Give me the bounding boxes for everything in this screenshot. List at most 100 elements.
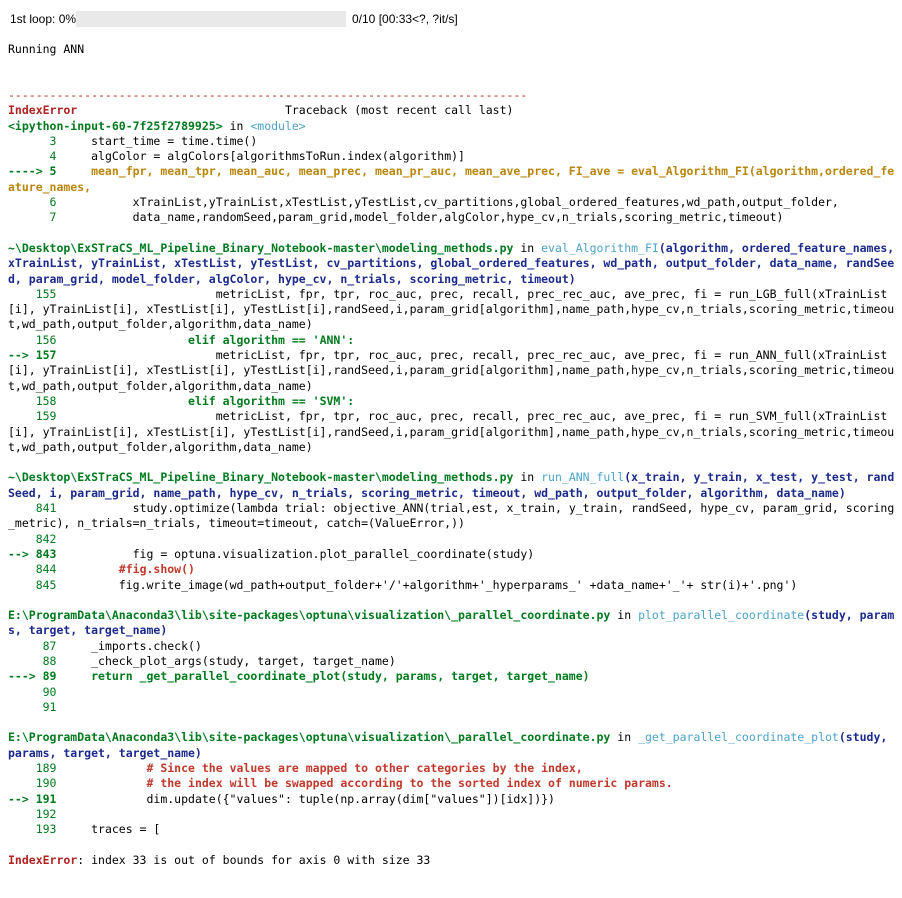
progress-bar-row: 1st loop: 0% 0/10 [00:33<?, ?it/s] <box>10 10 458 28</box>
frame-5-header: E:\ProgramData\Anaconda3\lib\site-packag… <box>8 730 898 761</box>
progress-track <box>76 11 346 27</box>
code-text: return _get_parallel_coordinate_plot(stu… <box>63 669 590 684</box>
progress-status: 0/10 [00:33<?, ?it/s] <box>352 12 458 26</box>
code-text: data_name,randomSeed,param_grid,model_fo… <box>63 210 784 225</box>
code-line: 190 # the index will be swapped accordin… <box>8 776 898 791</box>
frame-3-func: run_ANN_full <box>541 470 625 485</box>
frame-2-header: ~\Desktop\ExSTraCS_ML_Pipeline_Binary_No… <box>8 241 898 287</box>
frame-1-in: in <box>222 118 251 133</box>
code-text: elif algorithm == 'SVM': <box>63 393 355 408</box>
current-line-arrow: --> 157 <box>8 348 64 363</box>
frame-1-file[interactable]: <ipython-input-60-7f25f2789925> <box>8 119 223 133</box>
line-number: 88 <box>8 653 64 668</box>
error-name: IndexError <box>8 103 78 118</box>
code-text: # Since the values are mapped to other c… <box>63 761 583 776</box>
code-line: 3 start_time = time.time() <box>8 134 898 149</box>
frame-1-header: <ipython-input-60-7f25f2789925> in <modu… <box>8 119 898 134</box>
line-number: 155 <box>8 286 64 301</box>
code-text: fig = optuna.visualization.plot_parallel… <box>63 546 535 561</box>
code-text: #fig.show() <box>63 562 195 577</box>
line-number: 845 <box>8 577 64 592</box>
frame-4-lines: 87 _imports.check() 88 _check_plot_args(… <box>8 639 898 715</box>
code-text: xTrainList,yTrainList,xTestList,yTestLis… <box>63 195 839 210</box>
line-number: 3 <box>8 133 64 148</box>
line-number: 91 <box>8 699 64 714</box>
traceback-header-right: Traceback (most recent call last) <box>77 103 514 118</box>
frame-4-func: plot_parallel_coordinate <box>638 608 805 623</box>
code-line: 6 xTrainList,yTrainList,xTestList,yTestL… <box>8 195 898 210</box>
frame-3-in: in <box>513 470 542 485</box>
frame-1-lines: 3 start_time = time.time() 4 algColor = … <box>8 134 898 226</box>
line-number: 192 <box>8 806 64 821</box>
current-line-arrow: ----> 5 <box>8 164 64 179</box>
code-line: 155 metricList, fpr, tpr, roc_auc, prec,… <box>8 287 898 333</box>
line-number: 159 <box>8 409 64 424</box>
code-line: 159 metricList, fpr, tpr, roc_auc, prec,… <box>8 409 898 455</box>
line-number: 156 <box>8 332 64 347</box>
code-line: 91 <box>8 700 898 715</box>
final-error: IndexError: index 33 is out of bounds fo… <box>8 853 898 868</box>
code-text: traces = [ <box>63 822 161 837</box>
frame-4-header: E:\ProgramData\Anaconda3\lib\site-packag… <box>8 608 898 639</box>
code-line: 90 <box>8 685 898 700</box>
frame-2-lines: 155 metricList, fpr, tpr, roc_auc, prec,… <box>8 287 898 455</box>
code-text: algColor = algColors[algorithmsToRun.ind… <box>63 149 465 164</box>
code-text: _check_plot_args(study, target, target_n… <box>63 653 396 668</box>
frame-5-lines: 189 # Since the values are mapped to oth… <box>8 761 898 837</box>
line-number: 4 <box>8 149 64 164</box>
code-line: 87 _imports.check() <box>8 639 898 654</box>
line-number: 158 <box>8 393 64 408</box>
code-text: mean_fpr, mean_tpr, mean_auc, mean_prec,… <box>8 164 895 194</box>
frame-3-file[interactable]: ~\Desktop\ExSTraCS_ML_Pipeline_Binary_No… <box>8 470 513 484</box>
code-line: 845 fig.write_image(wd_path+output_folde… <box>8 578 898 593</box>
code-line: 156 elif algorithm == 'ANN': <box>8 333 898 348</box>
stdout-text: Running ANN <box>8 42 85 56</box>
line-number: 6 <box>8 195 64 210</box>
traceback-rule: ----------------------------------------… <box>8 88 528 102</box>
final-error-message: : index 33 is out of bounds for axis 0 w… <box>77 852 431 867</box>
code-text: # the index will be swapped according to… <box>63 776 673 791</box>
code-line: --> 843 fig = optuna.visualization.plot_… <box>8 547 898 562</box>
line-number: 193 <box>8 822 64 837</box>
line-number: 7 <box>8 210 64 225</box>
current-line-arrow: --> 191 <box>8 791 64 806</box>
code-line: 158 elif algorithm == 'SVM': <box>8 394 898 409</box>
code-line: 88 _check_plot_args(study, target, targe… <box>8 654 898 669</box>
frame-2-func: eval_Algorithm_FI <box>541 240 659 255</box>
code-line: 844 #fig.show() <box>8 562 898 577</box>
frame-5-func: _get_parallel_coordinate_plot <box>638 730 839 745</box>
code-text: _imports.check() <box>63 638 202 653</box>
frame-4-file[interactable]: E:\ProgramData\Anaconda3\lib\site-packag… <box>8 608 610 622</box>
frame-5-file[interactable]: E:\ProgramData\Anaconda3\lib\site-packag… <box>8 730 610 744</box>
frame-2-file[interactable]: ~\Desktop\ExSTraCS_ML_Pipeline_Binary_No… <box>8 241 513 255</box>
code-line: 193 traces = [ <box>8 822 898 837</box>
line-number: 189 <box>8 761 64 776</box>
final-error-name: IndexError <box>8 852 78 867</box>
traceback-header: IndexError Traceback (most recent call l… <box>8 103 898 118</box>
line-number: 841 <box>8 501 64 516</box>
frame-2-in: in <box>513 240 542 255</box>
code-line: 192 <box>8 807 898 822</box>
code-line: 842 <box>8 532 898 547</box>
line-number: 844 <box>8 562 64 577</box>
traceback: ----------------------------------------… <box>8 88 898 868</box>
code-text: metricList, fpr, tpr, roc_auc, prec, rec… <box>8 286 895 332</box>
code-text: metricList, fpr, tpr, roc_auc, prec, rec… <box>8 409 895 454</box>
code-line: 7 data_name,randomSeed,param_grid,model_… <box>8 210 898 225</box>
current-line-arrow: ---> 89 <box>8 669 64 684</box>
line-number: 190 <box>8 776 64 791</box>
code-line: 4 algColor = algColors[algorithmsToRun.i… <box>8 149 898 164</box>
frame-5-in: in <box>610 730 639 745</box>
code-text: metricList, fpr, tpr, roc_auc, prec, rec… <box>8 348 895 393</box>
code-line: --> 191 dim.update({"values": tuple(np.a… <box>8 792 898 807</box>
line-number: 842 <box>8 531 64 546</box>
current-line-arrow: --> 843 <box>8 546 64 561</box>
line-number: 87 <box>8 638 64 653</box>
frame-1-func: <module> <box>250 118 306 133</box>
code-text: study.optimize(lambda trial: objective_A… <box>8 501 895 531</box>
code-line: ----> 5 mean_fpr, mean_tpr, mean_auc, me… <box>8 164 898 195</box>
code-text: elif algorithm == 'ANN': <box>63 332 355 347</box>
code-line: 189 # Since the values are mapped to oth… <box>8 761 898 776</box>
line-number: 90 <box>8 684 64 699</box>
code-line: 841 study.optimize(lambda trial: objecti… <box>8 501 898 532</box>
